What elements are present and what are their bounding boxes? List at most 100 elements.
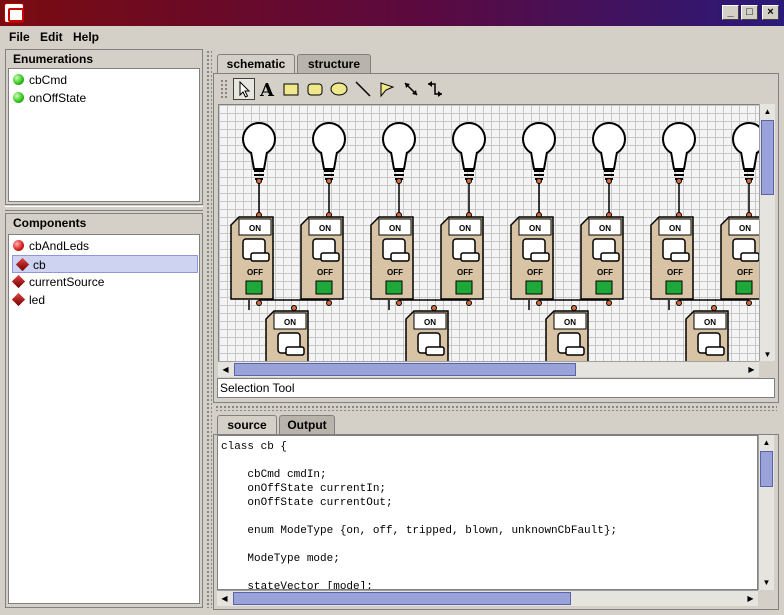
rectangle-tool-button[interactable] bbox=[280, 78, 302, 100]
tab-schematic[interactable]: schematic bbox=[217, 54, 295, 74]
light-bulb-icon bbox=[662, 122, 696, 156]
select-arrow-tool-button[interactable] bbox=[233, 78, 255, 100]
scroll-up-arrow-icon[interactable]: ▲ bbox=[759, 435, 774, 450]
code-vertical-scrollbar[interactable]: ▲ ▼ bbox=[758, 435, 774, 590]
code-line: onOffState currentIn; bbox=[221, 483, 387, 495]
light-bulb-icon bbox=[382, 122, 416, 156]
scroll-left-arrow-icon[interactable]: ◀ bbox=[217, 591, 232, 606]
wire-node bbox=[606, 300, 612, 306]
wire-node bbox=[431, 305, 437, 311]
red-dot-icon bbox=[13, 240, 24, 251]
bulb-base bbox=[604, 170, 614, 180]
bulb-neck bbox=[530, 151, 548, 170]
canvas-vertical-scrollbar[interactable]: ▲ ▼ bbox=[759, 104, 775, 362]
text-icon: A bbox=[259, 80, 275, 101]
green-dot-icon bbox=[13, 92, 24, 103]
scroll-thumb[interactable] bbox=[760, 451, 773, 487]
breaker-on-label: ON bbox=[704, 318, 716, 327]
list-item[interactable]: cbAndLeds bbox=[9, 237, 199, 255]
line-icon bbox=[355, 81, 371, 97]
right-splitter[interactable] bbox=[215, 405, 777, 411]
scroll-right-arrow-icon[interactable]: ▶ bbox=[744, 362, 759, 377]
connector-diagonal-tool-button[interactable] bbox=[400, 78, 422, 100]
breaker-status-led bbox=[525, 280, 543, 295]
breaker-lever bbox=[740, 252, 759, 262]
connector-elbow-tool-button[interactable] bbox=[424, 78, 446, 100]
list-item-label: onOffState bbox=[29, 91, 87, 105]
list-item[interactable]: led bbox=[9, 291, 199, 309]
left-splitter[interactable] bbox=[5, 206, 203, 211]
components-panel: Components cbAndLeds cb currentSource le… bbox=[5, 213, 203, 608]
breaker-status-led bbox=[315, 280, 333, 295]
tab-structure[interactable]: structure bbox=[297, 54, 371, 74]
breaker-lever bbox=[320, 252, 340, 262]
breaker-off-label: OFF bbox=[317, 268, 333, 277]
rounded-rectangle-tool-button[interactable] bbox=[304, 78, 326, 100]
scroll-thumb[interactable] bbox=[761, 120, 774, 195]
breaker-off-label: OFF bbox=[667, 268, 683, 277]
wire-node bbox=[536, 300, 542, 306]
bulb-neck bbox=[740, 151, 758, 170]
tab-output[interactable]: Output bbox=[279, 415, 335, 435]
breaker-status-led bbox=[385, 280, 403, 295]
code-line: stateVector [mode]; bbox=[221, 581, 373, 590]
list-item[interactable]: cbCmd bbox=[9, 71, 199, 89]
maximize-button[interactable]: □ bbox=[741, 5, 758, 20]
list-item[interactable]: onOffState bbox=[9, 89, 199, 107]
red-cube-icon bbox=[11, 274, 26, 289]
bulb-base bbox=[674, 170, 684, 180]
menu-edit[interactable]: Edit bbox=[40, 30, 63, 44]
enumerations-list: cbCmd onOffState bbox=[8, 68, 200, 202]
schematic-canvas[interactable]: ON OFF ON OFF ON OFF ON OFF ON OFF ON OFF ON OFF ON OFF… bbox=[218, 104, 760, 362]
list-item-label: cbCmd bbox=[29, 73, 68, 87]
breaker-lever bbox=[530, 252, 550, 262]
list-item-label: cbAndLeds bbox=[29, 239, 90, 253]
scroll-down-arrow-icon[interactable]: ▼ bbox=[759, 575, 774, 590]
main-splitter[interactable] bbox=[206, 50, 212, 608]
code-horizontal-scrollbar[interactable]: ◀ ▶ bbox=[217, 590, 758, 606]
menu-file[interactable]: File bbox=[9, 30, 30, 44]
ellipse-tool-button[interactable] bbox=[328, 78, 350, 100]
list-item[interactable]: currentSource bbox=[9, 273, 199, 291]
bulb-base bbox=[254, 170, 264, 180]
canvas-horizontal-scrollbar[interactable]: ◀ ▶ bbox=[218, 361, 759, 377]
scroll-down-arrow-icon[interactable]: ▼ bbox=[760, 347, 775, 362]
close-button[interactable]: × bbox=[762, 5, 779, 20]
list-item-selected[interactable]: cb bbox=[12, 255, 198, 273]
wire-node bbox=[676, 300, 682, 306]
tab-source[interactable]: source bbox=[217, 415, 277, 435]
text-tool-button[interactable]: A bbox=[256, 78, 278, 101]
minimize-button[interactable]: _ bbox=[722, 5, 739, 20]
breaker-lever bbox=[460, 252, 480, 262]
wire-node bbox=[536, 178, 542, 184]
breaker-lever bbox=[390, 252, 410, 262]
breaker-on-label: ON bbox=[529, 224, 541, 233]
toolbar-grip[interactable] bbox=[220, 79, 228, 99]
light-bulb-icon bbox=[312, 122, 346, 156]
wire-node bbox=[256, 300, 262, 306]
code-line: onOffState currentOut; bbox=[221, 497, 393, 509]
scroll-left-arrow-icon[interactable]: ◀ bbox=[218, 362, 233, 377]
breaker-status-led bbox=[735, 280, 753, 295]
wire-node bbox=[571, 305, 577, 311]
bulb-base bbox=[394, 170, 404, 180]
breaker-on-label: ON bbox=[459, 224, 471, 233]
code-line: cbCmd cmdIn; bbox=[221, 469, 327, 481]
light-bulb-icon bbox=[522, 122, 556, 156]
scroll-right-arrow-icon[interactable]: ▶ bbox=[743, 591, 758, 606]
scroll-thumb[interactable] bbox=[233, 592, 571, 605]
code-line: ModeType mode; bbox=[221, 553, 340, 565]
wire-node bbox=[466, 178, 472, 184]
bulb-neck bbox=[250, 151, 268, 170]
light-bulb-icon bbox=[452, 122, 486, 156]
line-tool-button[interactable] bbox=[352, 78, 374, 100]
breaker-lever bbox=[670, 252, 690, 262]
breaker-off-label: OFF bbox=[597, 268, 613, 277]
flag-tool-button[interactable] bbox=[376, 78, 398, 100]
breaker-off-label: OFF bbox=[387, 268, 403, 277]
wire-node bbox=[746, 178, 752, 184]
menu-help[interactable]: Help bbox=[73, 30, 99, 44]
scroll-up-arrow-icon[interactable]: ▲ bbox=[760, 104, 775, 119]
source-code-editor[interactable]: class cb { cbCmd cmdIn; onOffState curre… bbox=[217, 435, 758, 590]
scroll-thumb[interactable] bbox=[234, 363, 576, 376]
